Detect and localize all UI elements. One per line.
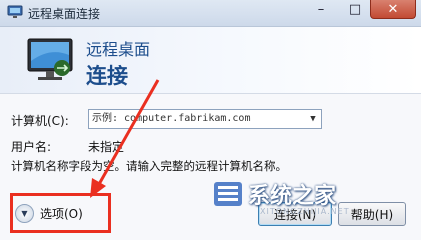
- username-label: 用户名:: [11, 140, 52, 154]
- close-button[interactable]: ✕: [370, 0, 416, 19]
- chevron-down-icon[interactable]: ▼: [305, 110, 321, 128]
- annotation-highlight-box: [10, 193, 111, 233]
- remote-desktop-window: 远程桌面连接 – □ ✕ 远程桌面 连接 计算机(C): 示例: compute…: [0, 0, 421, 240]
- computer-combobox[interactable]: 示例: computer.fabrikam.com ▼: [88, 109, 322, 129]
- monitor-icon: [27, 38, 73, 80]
- username-value: 未指定: [88, 140, 125, 154]
- watermark: 系统之家 XITONGZHIJIA.NET: [210, 170, 420, 230]
- remote-desktop-icon: [7, 5, 23, 18]
- watermark-logo-icon: [214, 182, 242, 206]
- header-title-line2: 连接: [86, 64, 128, 88]
- minimize-button[interactable]: –: [308, 0, 334, 18]
- computer-combobox-value: 示例: computer.fabrikam.com: [92, 113, 251, 124]
- window-title: 远程桌面连接: [28, 7, 101, 21]
- maximize-button[interactable]: □: [342, 0, 368, 18]
- watermark-text: 系统之家: [248, 184, 337, 209]
- header-banner: 远程桌面 连接: [0, 27, 421, 94]
- computer-label: 计算机(C):: [11, 114, 69, 128]
- watermark-subtext: XITONGZHIJIA.NET: [260, 207, 350, 216]
- header-title-line1: 远程桌面: [86, 40, 151, 59]
- title-bar[interactable]: 远程桌面连接 – □ ✕: [0, 0, 421, 27]
